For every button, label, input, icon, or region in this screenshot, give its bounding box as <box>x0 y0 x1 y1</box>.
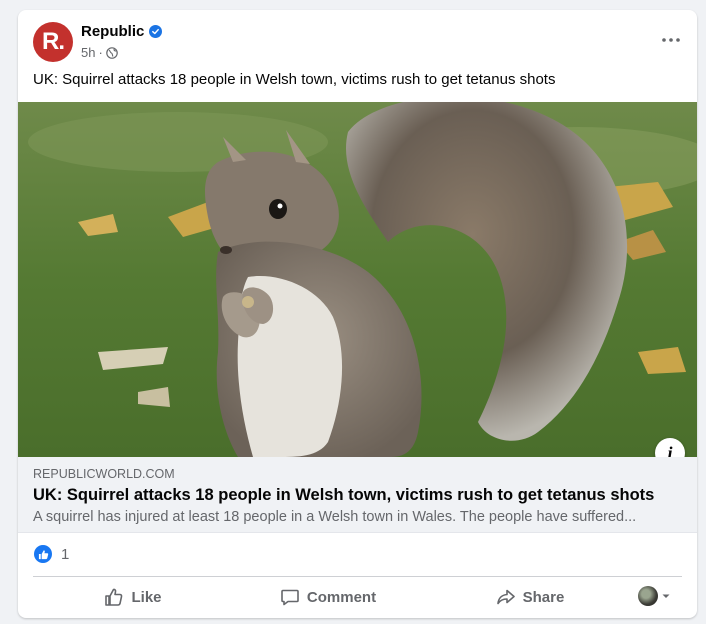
link-description: A squirrel has injured at least 18 peopl… <box>33 509 637 525</box>
actions-divider <box>33 576 682 577</box>
post-caption: UK: Squirrel attacks 18 people in Welsh … <box>33 71 556 88</box>
thumbs-up-icon <box>34 545 52 563</box>
viewer-avatar <box>638 586 658 606</box>
page-name[interactable]: Republic <box>81 23 144 40</box>
more-dots-icon[interactable] <box>659 28 683 52</box>
post-timestamp[interactable]: 5h <box>81 45 95 60</box>
caret-down-icon <box>662 594 670 598</box>
page-avatar[interactable]: R. <box>33 22 73 62</box>
share-label: Share <box>522 588 565 606</box>
like-icon <box>105 588 123 606</box>
post-photo[interactable] <box>18 102 697 457</box>
squirrel-photo <box>18 102 697 457</box>
action-bar: Like Comment Share <box>18 578 697 618</box>
page-name-row: Republic <box>81 23 163 40</box>
comment-icon <box>281 589 299 606</box>
like-label: Like <box>131 588 162 606</box>
share-icon <box>496 589 515 605</box>
post-meta: 5h · <box>81 45 118 60</box>
avatar-logo-text: R. <box>42 28 65 55</box>
globe-icon <box>106 46 118 59</box>
link-preview[interactable]: REPUBLICWORLD.COM UK: Squirrel attacks 1… <box>18 457 697 533</box>
audience-selector[interactable] <box>638 586 671 606</box>
like-button[interactable]: Like <box>88 578 178 616</box>
link-title[interactable]: UK: Squirrel attacks 18 people in Welsh … <box>33 486 654 505</box>
link-domain: REPUBLICWORLD.COM <box>33 467 175 481</box>
reaction-count: 1 <box>61 545 70 563</box>
comment-button[interactable]: Comment <box>268 578 388 616</box>
share-button[interactable]: Share <box>485 578 575 616</box>
post-header: R. Republic 5h · <box>18 10 697 72</box>
comment-label: Comment <box>306 588 377 606</box>
meta-separator: · <box>98 45 103 60</box>
post-card: R. Republic 5h · UK: Squirrel attacks 18… <box>18 10 697 618</box>
verified-badge-icon <box>149 25 163 38</box>
reactions-summary[interactable]: 1 <box>34 545 69 563</box>
